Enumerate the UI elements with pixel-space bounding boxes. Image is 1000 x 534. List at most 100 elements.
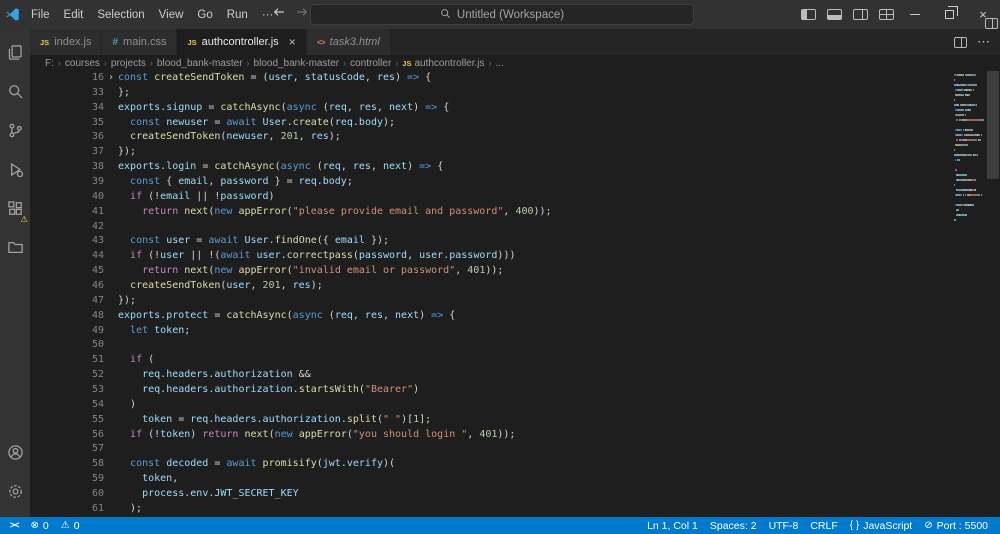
folders-icon[interactable] — [0, 228, 30, 267]
tab-index-js[interactable]: JS index.js — [30, 29, 103, 55]
menu-edit[interactable]: Edit — [57, 0, 91, 29]
status-encoding[interactable]: UTF-8 — [763, 517, 805, 534]
line-number[interactable]: 44 — [30, 249, 104, 264]
line-number[interactable]: 43 — [30, 234, 104, 249]
breadcrumb-item-projects[interactable]: projects — [111, 58, 146, 69]
line-number[interactable]: 58 — [30, 457, 104, 472]
status-errors[interactable]: ⊗ 0 — [25, 517, 55, 534]
customize-layout-icon[interactable] — [879, 9, 894, 20]
code-line-37[interactable]: 37}); — [30, 145, 952, 160]
line-number[interactable]: 42 — [30, 220, 104, 235]
line-number[interactable]: 38 — [30, 160, 104, 175]
code-line-40[interactable]: 40 if (!email || !password) — [30, 190, 952, 205]
close-tab-icon[interactable]: × — [289, 35, 296, 49]
code-line-51[interactable]: 51 if ( — [30, 353, 952, 368]
close-window-button[interactable]: × — [966, 0, 1000, 29]
breadcrumb-item-f[interactable]: F: — [45, 58, 54, 69]
line-number[interactable]: 16 — [30, 71, 104, 86]
toggle-panel-icon[interactable] — [827, 9, 842, 20]
status-live-server-port[interactable]: ⊘ Port : 5500 — [918, 517, 994, 534]
code-line-59[interactable]: 59 token, — [30, 472, 952, 487]
tab-main-css[interactable]: # main.css — [102, 29, 178, 55]
line-number[interactable]: 61 — [30, 502, 104, 517]
minimize-button[interactable] — [898, 0, 932, 29]
line-number[interactable]: 34 — [30, 101, 104, 116]
extensions-icon[interactable]: ⚠ — [0, 189, 30, 228]
line-number[interactable]: 50 — [30, 338, 104, 353]
line-number[interactable]: 60 — [30, 487, 104, 502]
restore-button[interactable] — [932, 0, 966, 29]
fold-collapsed-icon[interactable]: › — [104, 71, 118, 86]
breadcrumb-item-courses[interactable]: courses — [65, 58, 100, 69]
code-line-44[interactable]: 44 if (!user || !(await user.correctpass… — [30, 249, 952, 264]
code-line-43[interactable]: 43 const user = await User.findOne({ ema… — [30, 234, 952, 249]
line-number[interactable]: 46 — [30, 279, 104, 294]
breadcrumb-item-controller[interactable]: controller — [350, 58, 391, 69]
account-icon[interactable] — [0, 433, 30, 472]
settings-icon[interactable] — [0, 472, 30, 511]
line-number[interactable]: 35 — [30, 116, 104, 131]
code-line-53[interactable]: 53 req.headers.authorization.startsWith(… — [30, 383, 952, 398]
status-cursor-position[interactable]: Ln 1, Col 1 — [641, 517, 704, 534]
code-line-42[interactable]: 42 — [30, 220, 952, 235]
code-line-33[interactable]: 33}; — [30, 86, 952, 101]
code-line-16[interactable]: 16 › const createSendToken = (user, status… — [30, 71, 952, 86]
line-number[interactable]: 40 — [30, 190, 104, 205]
tab-authcontroller-js[interactable]: JS authcontroller.js × — [177, 29, 307, 55]
menu-view[interactable]: View — [152, 0, 191, 29]
line-number[interactable]: 49 — [30, 324, 104, 339]
toggle-sidebar-icon[interactable] — [801, 9, 816, 20]
code-line-56[interactable]: 56 if (!token) return next(new appError(… — [30, 428, 952, 443]
search-icon[interactable] — [0, 72, 30, 111]
code-line-48[interactable]: 48 exports.protect = catchAsync(async (re… — [30, 309, 952, 324]
line-number[interactable]: 53 — [30, 383, 104, 398]
code-line-52[interactable]: 52 req.headers.authorization && — [30, 368, 952, 383]
code-line-49[interactable]: 49 let token; — [30, 324, 952, 339]
line-number[interactable]: 48 — [30, 309, 104, 324]
line-number[interactable]: 36 — [30, 130, 104, 145]
status-eol[interactable]: CRLF — [804, 517, 843, 534]
code-line-54[interactable]: 54 ) — [30, 398, 952, 413]
breadcrumb-item-authcontroller-js[interactable]: JS authcontroller.js — [402, 58, 484, 69]
menu-file[interactable]: File — [24, 0, 57, 29]
code-line-55[interactable]: 55 token = req.headers.authorization.spl… — [30, 413, 952, 428]
more-actions-icon[interactable]: ⋯ — [977, 34, 990, 50]
code-line-47[interactable]: 47}); — [30, 294, 952, 309]
code-line-41[interactable]: 41 return next(new appError("please prov… — [30, 205, 952, 220]
status-indentation[interactable]: Spaces: 2 — [704, 517, 763, 534]
line-number[interactable]: 33 — [30, 86, 104, 101]
code-line-58[interactable]: 58 const decoded = await promisify(jwt.v… — [30, 457, 952, 472]
run-debug-icon[interactable] — [0, 150, 30, 189]
menu-go[interactable]: Go — [190, 0, 219, 29]
status-remote[interactable]: >< — [4, 517, 25, 534]
back-icon[interactable] — [272, 5, 286, 24]
status-warnings[interactable]: ⚠ 0 — [55, 517, 86, 534]
line-number[interactable]: 45 — [30, 264, 104, 279]
toggle-secondary-sidebar-icon[interactable] — [853, 9, 868, 20]
minimap[interactable] — [953, 71, 986, 517]
editor[interactable]: 16 › const createSendToken = (user, status… — [30, 71, 1000, 517]
code-line-46[interactable]: 46 createSendToken(user, 201, res); — [30, 279, 952, 294]
command-center-search[interactable]: Untitled (Workspace) — [310, 4, 694, 25]
line-number[interactable]: 39 — [30, 175, 104, 190]
line-number[interactable]: 41 — [30, 205, 104, 220]
line-number[interactable]: 56 — [30, 428, 104, 443]
split-editor-icon[interactable] — [954, 36, 967, 48]
code-line-38[interactable]: 38 exports.login = catchAsync(async (req,… — [30, 160, 952, 175]
breadcrumb-item-blood-bank-master[interactable]: blood_bank-master — [157, 58, 243, 69]
status-language[interactable]: { } JavaScript — [844, 517, 919, 534]
line-number[interactable]: 47 — [30, 294, 104, 309]
line-number[interactable]: 55 — [30, 413, 104, 428]
code-line-45[interactable]: 45 return next(new appError("invalid ema… — [30, 264, 952, 279]
source-control-icon[interactable] — [0, 111, 30, 150]
line-number[interactable]: 52 — [30, 368, 104, 383]
breadcrumb-item-blood-bank-master[interactable]: blood_bank-master — [254, 58, 340, 69]
line-number[interactable]: 37 — [30, 145, 104, 160]
code-line-39[interactable]: 39 const { email, password } = req.body; — [30, 175, 952, 190]
line-number[interactable]: 51 — [30, 353, 104, 368]
breadcrumb-item-more[interactable]: ... — [496, 58, 504, 69]
menu-run[interactable]: Run — [220, 0, 255, 29]
forward-icon[interactable] — [295, 5, 309, 24]
code-line-36[interactable]: 36 createSendToken(newuser, 201, res); — [30, 130, 952, 145]
code-line-34[interactable]: 34 exports.signup = catchAsync(async (req… — [30, 101, 952, 116]
